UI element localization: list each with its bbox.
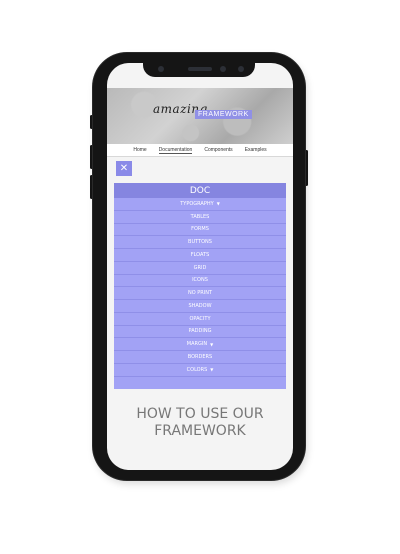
doc-menu: DOC TYPOGRAPHY ▼ TABLES FORMS BUTTONS FL…	[114, 183, 286, 389]
phone-screen: amazing FRAMEWORK Home Documentation Com…	[107, 63, 293, 470]
nav-item-examples[interactable]: Examples	[245, 147, 267, 153]
menu-title: DOC	[114, 183, 286, 198]
chevron-down-icon: ▼	[216, 201, 220, 207]
menu-item-no-print[interactable]: NO PRINT	[114, 287, 286, 300]
menu-item-forms[interactable]: FORMS	[114, 224, 286, 237]
menu-item-label: TABLES	[190, 213, 210, 220]
menu-item-label: GRID	[193, 264, 207, 271]
phone-power-button	[305, 150, 308, 186]
menu-item-tables[interactable]: TABLES	[114, 211, 286, 224]
header-banner: amazing FRAMEWORK	[107, 88, 293, 144]
nav-item-home[interactable]: Home	[133, 147, 146, 153]
menu-item-label: TYPOGRAPHY	[180, 200, 214, 207]
menu-item-shadow[interactable]: SHADOW	[114, 300, 286, 313]
nav-item-documentation[interactable]: Documentation	[158, 147, 193, 154]
menu-item-typography[interactable]: TYPOGRAPHY ▼	[114, 198, 286, 211]
close-icon: ✕	[119, 163, 129, 174]
menu-item-label: MARGIN	[186, 341, 208, 348]
menu-item-label: SHADOW	[188, 302, 212, 309]
menu-item-floats[interactable]: FLOATS	[114, 249, 286, 262]
menu-item-padding[interactable]: PADDING	[114, 326, 286, 339]
nav-item-components[interactable]: Components	[204, 147, 232, 153]
page-heading-line2: FRAMEWORK	[154, 423, 246, 439]
menu-item-buttons[interactable]: BUTTONS	[114, 236, 286, 249]
menu-item-label: NO PRINT	[187, 290, 213, 297]
page-heading-line1: HOW TO USE OUR	[136, 406, 264, 422]
front-camera-icon	[158, 66, 164, 72]
top-nav: Home Documentation Components Examples	[107, 144, 293, 157]
sensor-icon	[220, 66, 226, 72]
sensor-icon	[238, 66, 244, 72]
menu-item-icons[interactable]: ICONS	[114, 275, 286, 288]
menu-item-margin[interactable]: MARGIN ▼	[114, 338, 286, 351]
speaker-grille	[188, 67, 212, 71]
menu-item-label: FORMS	[191, 226, 209, 233]
menu-item-label: ICONS	[192, 277, 208, 284]
chevron-down-icon: ▼	[210, 341, 214, 347]
logo-box-text: FRAMEWORK	[195, 110, 252, 119]
menu-item-label: FLOATS	[190, 251, 210, 258]
menu-item-colors[interactable]: COLORS ▼	[114, 364, 286, 377]
menu-item-grid[interactable]: GRID	[114, 262, 286, 275]
menu-item-label: BUTTONS	[188, 239, 212, 246]
menu-item-label: COLORS	[186, 366, 208, 373]
menu-item-borders[interactable]: BORDERS	[114, 351, 286, 364]
menu-item-label: PADDING	[188, 328, 212, 335]
page-heading: HOW TO USE OUR FRAMEWORK	[107, 406, 293, 440]
menu-item-label: OPACITY	[189, 315, 211, 322]
menu-item-label: BORDERS	[187, 353, 213, 360]
close-menu-button[interactable]: ✕	[116, 161, 132, 176]
menu-item-opacity[interactable]: OPACITY	[114, 313, 286, 326]
chevron-down-icon: ▼	[210, 367, 214, 373]
